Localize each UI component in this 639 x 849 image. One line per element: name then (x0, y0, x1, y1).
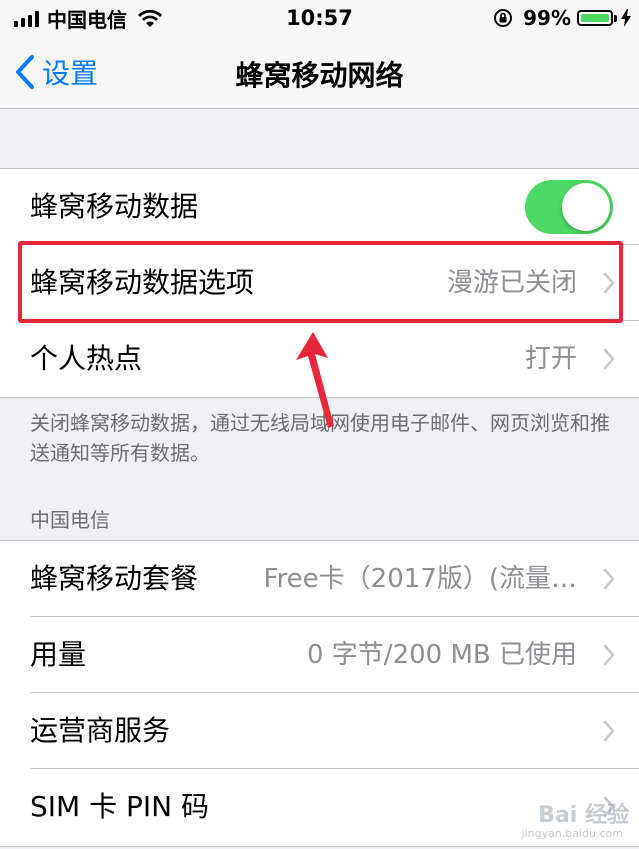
usage-row[interactable]: 用量 0 字节/200 MB 已使用 (0, 617, 639, 693)
row-label: 蜂窝移动套餐 (30, 562, 199, 595)
baidu-watermark: Bai 经验 jingyan.baidu.com (489, 797, 629, 843)
chevron-right-icon (603, 720, 615, 742)
toggle-knob (562, 183, 610, 231)
navigation-bar: 设置 蜂窝移动网络 (0, 36, 639, 109)
carrier-services-row[interactable]: 运营商服务 (0, 693, 639, 769)
status-bar: 中国电信 10:57 99% (0, 0, 639, 36)
watermark-text: Bai 经验 (538, 803, 629, 828)
cellular-plan-row[interactable]: 蜂窝移动套餐 Free卡（2017版）(流量… (0, 541, 639, 617)
cellular-data-row: 蜂窝移动数据 (0, 169, 639, 245)
orientation-lock-icon (494, 9, 513, 27)
battery-cap (614, 14, 617, 22)
battery-icon (577, 10, 613, 26)
row-label: 蜂窝移动数据 (30, 190, 199, 223)
red-arrow-annotation-icon (296, 332, 334, 428)
row-label: SIM 卡 PIN 码 (30, 790, 209, 823)
highlight-annotation-box (18, 241, 623, 323)
section-header: 中国电信 (30, 508, 110, 532)
charging-icon (621, 9, 631, 27)
row-label: 运营商服务 (30, 714, 171, 747)
cellular-data-toggle[interactable] (525, 180, 613, 234)
row-label: 个人热点 (30, 342, 143, 375)
chevron-right-icon (603, 568, 615, 590)
page-title: 蜂窝移动网络 (235, 59, 404, 92)
watermark-url: jingyan.baidu.com (521, 827, 623, 840)
chevron-right-icon (603, 644, 615, 666)
battery-percent: 99% (523, 6, 571, 30)
row-value: 打开 (524, 344, 577, 374)
row-label: 用量 (30, 638, 87, 671)
chevron-right-icon (603, 348, 615, 370)
battery-level (581, 14, 609, 22)
row-value: 0 字节/200 MB 已使用 (307, 640, 577, 670)
row-value: Free卡（2017版）(流量… (263, 564, 578, 594)
status-right: 99% (493, 6, 631, 30)
